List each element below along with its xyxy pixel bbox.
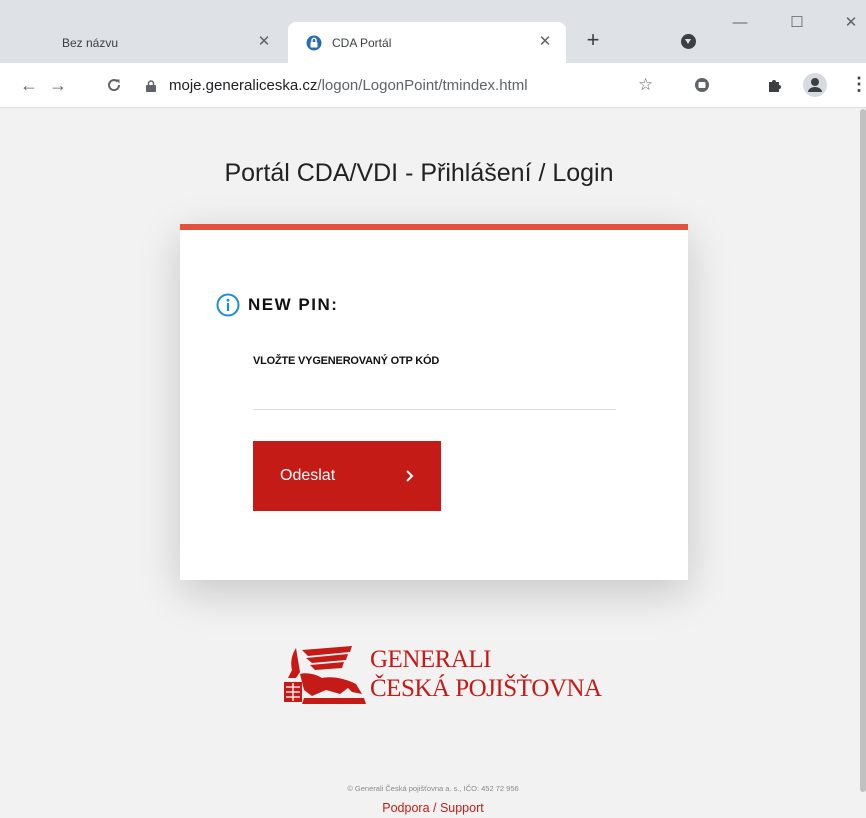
close-tab-icon[interactable]: ✕ [536, 33, 554, 51]
browser-tabbar: Bez názvu ✕ CDA Portál ✕ + — ☐ ✕ [0, 0, 866, 63]
info-icon [216, 293, 240, 317]
support-link[interactable]: Podpora / Support [0, 801, 866, 815]
otp-label: VLOŽTE VYGENEROVANÝ OTP KÓD [253, 355, 440, 367]
extension-shield-icon[interactable] [691, 74, 713, 96]
tab-bez-nazvu[interactable]: Bez názvu ✕ [8, 22, 285, 63]
tab-title: Bez názvu [62, 35, 119, 50]
close-window-icon[interactable]: ✕ [841, 14, 861, 34]
submit-button[interactable]: Odeslat [253, 441, 441, 511]
bookmark-star-icon[interactable]: ☆ [638, 75, 653, 95]
browser-toolbar: ← → moje.generaliceska.cz/logon/LogonPoi… [0, 63, 866, 108]
address-bar[interactable]: moje.generaliceska.cz/logon/LogonPoint/t… [138, 69, 668, 102]
logo-line-2: ČESKÁ POJIŠŤOVNA [370, 675, 602, 702]
back-icon[interactable]: ← [18, 74, 40, 96]
url-path: /logon/LogonPoint/tmindex.html [317, 77, 528, 94]
page-viewport: Portál CDA/VDI - Přihlášení / Login NEW … [0, 109, 866, 818]
scrollbar[interactable] [860, 109, 866, 792]
menu-icon[interactable]: ⋮ [850, 73, 866, 95]
lock-icon [146, 80, 156, 92]
generali-lion-logo [284, 646, 366, 704]
maximize-icon[interactable]: ☐ [787, 14, 807, 34]
pin-heading-text: NEW PIN: [248, 295, 339, 314]
minimize-icon[interactable]: — [730, 14, 750, 34]
tab-cda-portal[interactable]: CDA Portál ✕ [288, 22, 566, 63]
generali-logo: GENERALI ČESKÁ POJIŠŤOVNA [282, 630, 602, 715]
reload-icon[interactable] [103, 74, 125, 96]
page-title: Portál CDA/VDI - Přihlášení / Login [224, 159, 614, 187]
url-text: moje.generaliceska.cz/logon/LogonPoint/t… [169, 77, 528, 94]
url-host: moje.generaliceska.cz [169, 77, 318, 94]
tab-search-icon[interactable] [681, 34, 696, 49]
chevron-right-icon [406, 470, 414, 482]
footer-copyright: © Generali Česká pojišťovna a. s., IČO: … [347, 784, 519, 793]
forward-icon[interactable]: → [47, 74, 69, 96]
new-tab-button[interactable]: + [581, 29, 605, 53]
cda-favicon-icon [306, 35, 322, 50]
profile-icon[interactable] [803, 73, 827, 97]
login-card: NEW PIN: VLOŽTE VYGENEROVANÝ OTP KÓD Ode… [180, 224, 688, 580]
logo-line-1: GENERALI [370, 646, 491, 673]
close-tab-icon[interactable]: ✕ [255, 33, 273, 51]
extensions-icon[interactable] [764, 74, 786, 96]
pin-heading: NEW PIN: [216, 293, 338, 317]
tab-title: CDA Portál [332, 35, 392, 50]
submit-label: Odeslat [280, 467, 336, 484]
otp-input[interactable] [253, 380, 616, 410]
